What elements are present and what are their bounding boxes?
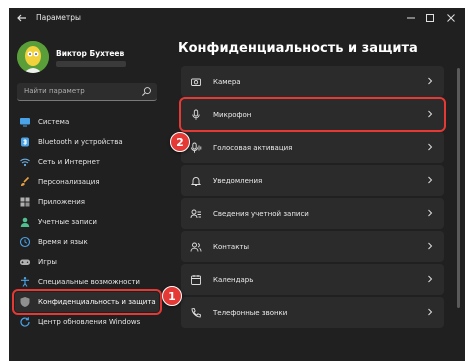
settings-row-notifications[interactable]: Уведомления: [181, 165, 444, 196]
settings-row-phone-calls[interactable]: Телефонные звонки: [181, 297, 444, 328]
chevron-right-icon: [428, 209, 433, 217]
camera-icon: [190, 76, 202, 88]
title-bar: Параметры: [9, 8, 465, 30]
sidebar-item-personalization[interactable]: Персонализация: [15, 172, 159, 192]
chevron-right-icon: [428, 143, 433, 151]
sidebar-item-label: Персонализация: [38, 178, 100, 186]
sidebar-item-label: Центр обновления Windows: [38, 318, 141, 326]
maximize-icon[interactable]: [423, 11, 437, 25]
voice-activation-icon: [190, 142, 202, 154]
gamepad-icon: [19, 256, 31, 268]
settings-row-label: Голосовая активация: [213, 143, 293, 152]
sidebar-item-system[interactable]: Система: [15, 112, 159, 132]
settings-row-contacts[interactable]: Контакты: [181, 231, 444, 262]
back-arrow-icon[interactable]: [15, 11, 29, 25]
account-info-icon: [190, 208, 202, 220]
sidebar-item-privacy[interactable]: Конфиденциальность и защита: [12, 289, 162, 315]
settings-row-microphone[interactable]: Микрофон: [179, 97, 446, 132]
chevron-right-icon: [428, 110, 433, 118]
sidebar-item-windows-update[interactable]: Центр обновления Windows: [15, 312, 159, 332]
contacts-icon: [190, 241, 202, 253]
sidebar-item-bluetooth[interactable]: Bluetooth и устройства: [15, 132, 159, 152]
step-badge-1: 1: [162, 286, 182, 306]
settings-row-label: Уведомления: [213, 176, 263, 185]
chevron-right-icon: [428, 176, 433, 184]
chevron-right-icon: [428, 275, 433, 283]
minimize-icon[interactable]: [404, 11, 418, 25]
settings-row-label: Микрофон: [213, 110, 252, 119]
page-title: Конфиденциальность и защита: [178, 41, 418, 56]
person-icon: [19, 216, 31, 228]
close-icon[interactable]: [444, 11, 458, 25]
calendar-icon: [190, 274, 202, 286]
step-badge-2: 2: [170, 132, 190, 152]
chevron-right-icon: [428, 242, 433, 250]
avatar[interactable]: [17, 41, 49, 73]
settings-row-label: Камера: [213, 77, 241, 86]
profile-email-redacted: [56, 61, 126, 67]
sidebar-item-label: Время и язык: [38, 238, 88, 246]
sidebar-item-gaming[interactable]: Игры: [15, 252, 159, 272]
avatar-image: [17, 41, 49, 73]
sidebar-item-accounts[interactable]: Учетные записи: [15, 212, 159, 232]
privacy-settings-list: Камера Микрофон Голосовая активация Увед…: [179, 66, 446, 330]
sidebar-item-label: Система: [38, 118, 70, 126]
scrollbar[interactable]: [457, 68, 460, 308]
sidebar-item-label: Bluetooth и устройства: [38, 138, 123, 146]
settings-row-label: Календарь: [213, 275, 254, 284]
paintbrush-icon: [19, 176, 31, 188]
chevron-right-icon: [428, 308, 433, 316]
settings-row-calendar[interactable]: Календарь: [181, 264, 444, 295]
update-icon: [19, 316, 31, 328]
settings-row-voice-activation[interactable]: Голосовая активация: [181, 132, 444, 163]
sidebar-item-label: Игры: [38, 258, 57, 266]
sidebar-item-label: Конфиденциальность и защита: [38, 298, 156, 306]
sidebar-nav: Система Bluetooth и устройства Сеть и Ин…: [12, 112, 170, 332]
sidebar-item-accessibility[interactable]: Специальные возможности: [15, 272, 159, 292]
search-placeholder: Найти параметр: [24, 87, 85, 95]
app-title: Параметры: [36, 13, 81, 22]
sidebar-item-apps[interactable]: Приложения: [15, 192, 159, 212]
accessibility-icon: [19, 276, 31, 288]
sidebar-item-label: Учетные записи: [38, 218, 97, 226]
sidebar-item-time-language[interactable]: Время и язык: [15, 232, 159, 252]
profile-name: Виктор Бухтеев: [56, 49, 125, 58]
monitor-icon: [19, 116, 31, 128]
phone-icon: [190, 307, 202, 319]
wifi-icon: [19, 156, 31, 168]
globe-clock-icon: [19, 236, 31, 248]
apps-icon: [19, 196, 31, 208]
settings-row-account-info[interactable]: Сведения учетной записи: [181, 198, 444, 229]
sidebar-item-label: Сеть и Интернет: [38, 158, 100, 166]
search-icon: [142, 87, 151, 96]
settings-row-label: Сведения учетной записи: [213, 209, 309, 218]
chevron-right-icon: [428, 77, 433, 85]
sidebar-item-label: Приложения: [38, 198, 85, 206]
microphone-icon: [190, 109, 202, 121]
settings-row-label: Контакты: [213, 242, 250, 251]
settings-row-label: Телефонные звонки: [213, 308, 288, 317]
bluetooth-icon: [19, 136, 31, 148]
settings-window: Параметры Виктор Бухтеев Найти параметр: [9, 8, 465, 361]
bell-icon: [190, 175, 202, 187]
settings-row-camera[interactable]: Камера: [181, 66, 444, 97]
sidebar-item-network[interactable]: Сеть и Интернет: [15, 152, 159, 172]
shield-icon: [19, 296, 31, 308]
search-input[interactable]: Найти параметр: [17, 83, 157, 101]
sidebar-item-label: Специальные возможности: [38, 278, 140, 286]
